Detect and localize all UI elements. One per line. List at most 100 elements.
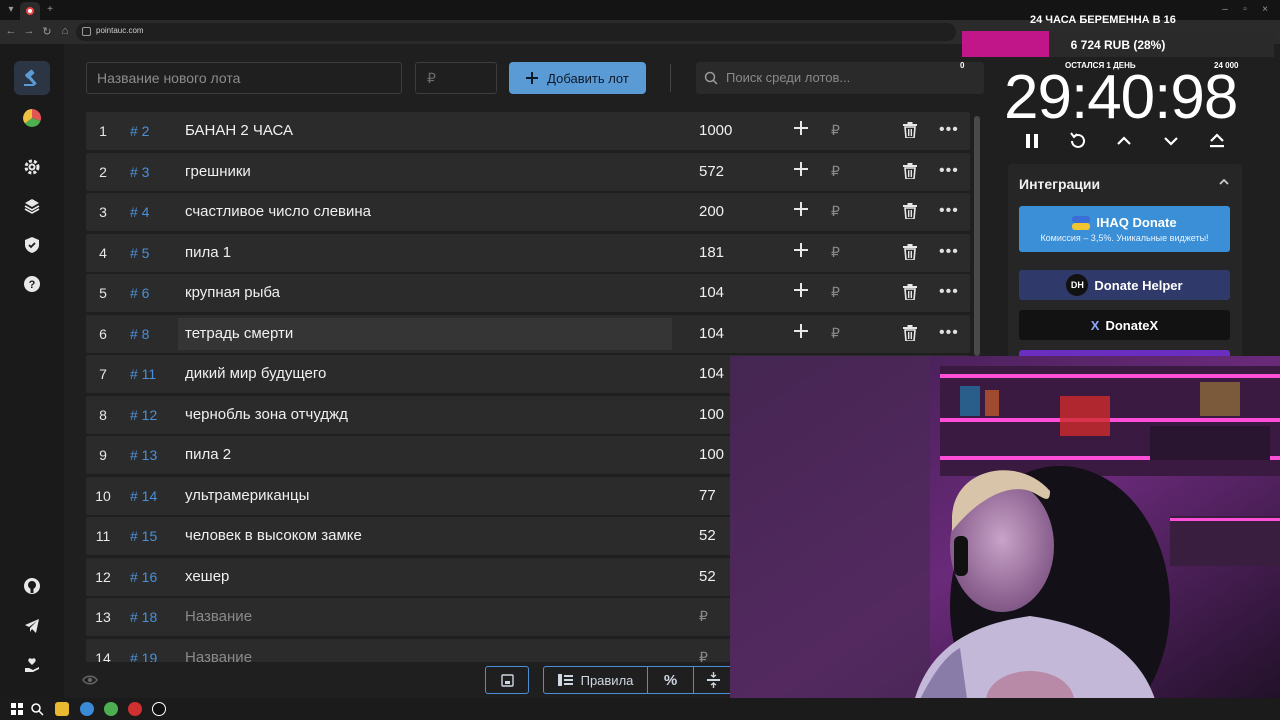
trash-icon[interactable] <box>903 122 917 138</box>
donatex-button[interactable]: X DonateX <box>1019 310 1230 340</box>
more-options-icon[interactable]: ••• <box>939 324 959 342</box>
lot-rub-input[interactable]: ₽ <box>831 284 840 301</box>
taskbar-search-icon[interactable] <box>30 702 44 716</box>
new-lot-amount-input[interactable]: ₽ <box>415 62 497 94</box>
lot-amount[interactable]: 100 <box>699 406 724 423</box>
lot-amount[interactable]: ₽ <box>699 608 708 625</box>
file-explorer-icon[interactable] <box>55 702 69 716</box>
lot-amount[interactable]: 181 <box>699 244 724 261</box>
reset-timer-button[interactable] <box>1066 130 1090 152</box>
lot-rub-input[interactable]: ₽ <box>831 244 840 261</box>
trash-icon[interactable] <box>903 203 917 219</box>
lot-amount[interactable]: 52 <box>699 527 716 544</box>
add-amount-icon[interactable] <box>794 202 808 216</box>
trash-icon[interactable] <box>903 162 917 179</box>
new-tab-icon[interactable]: + <box>43 3 57 17</box>
lot-name[interactable]: пила 1 <box>185 244 231 261</box>
lot-name[interactable]: ультрамериканцы <box>185 487 309 504</box>
forward-icon[interactable]: → <box>22 25 36 37</box>
more-options-icon[interactable]: ••• <box>939 243 959 261</box>
lot-amount[interactable]: ₽ <box>699 649 708 663</box>
save-button[interactable] <box>485 666 529 694</box>
add-amount-icon[interactable] <box>794 161 808 176</box>
collapse-chevron-icon[interactable] <box>1218 176 1230 188</box>
lot-name[interactable]: БАНАН 2 ЧАСА <box>185 122 293 139</box>
lot-name[interactable]: крупная рыба <box>185 284 280 301</box>
lot-row[interactable]: 4 # 5 пила 1 181 ₽ ••• <box>86 233 970 272</box>
more-options-icon[interactable]: ••• <box>939 121 959 139</box>
lot-row[interactable]: 6 # 8 тетрадь смерти 104 ₽ ••• <box>86 314 970 353</box>
lot-rub-input[interactable]: ₽ <box>831 163 840 180</box>
lot-name[interactable]: пила 2 <box>185 446 231 463</box>
sidebar-settings[interactable] <box>14 150 50 184</box>
eye-icon[interactable] <box>82 674 98 686</box>
sidebar-wheel[interactable] <box>14 101 50 135</box>
lot-amount[interactable]: 104 <box>699 284 724 301</box>
donate-helper-button[interactable]: DH Donate Helper <box>1019 270 1230 300</box>
sidebar-telegram[interactable] <box>14 609 50 643</box>
lot-row[interactable]: 3 # 4 счастливое число слевина 200 ₽ ••• <box>86 193 970 231</box>
maximize-icon[interactable]: ▫ <box>1238 3 1252 17</box>
add-amount-icon[interactable] <box>794 283 808 297</box>
lot-rub-input[interactable]: ₽ <box>831 122 840 139</box>
lot-name[interactable]: дикий мир будущего <box>185 365 326 382</box>
lot-name[interactable]: грешники <box>185 163 251 180</box>
obs-taskbar-icon[interactable] <box>128 702 142 716</box>
sidebar-layers[interactable] <box>14 189 50 223</box>
lot-amount[interactable]: 100 <box>699 446 724 463</box>
lot-search-input[interactable]: Поиск среди лотов... <box>696 62 984 94</box>
app-taskbar-icon[interactable] <box>152 702 166 716</box>
lot-name[interactable]: Название <box>185 649 252 663</box>
lot-amount[interactable]: 572 <box>699 163 724 180</box>
timer-decrease-button[interactable] <box>1159 130 1183 152</box>
more-options-icon[interactable]: ••• <box>939 283 959 301</box>
lots-scrollbar[interactable] <box>974 116 980 356</box>
lot-rub-input[interactable]: ₽ <box>831 203 840 220</box>
add-amount-icon[interactable] <box>794 323 808 338</box>
split-button[interactable] <box>693 666 733 694</box>
trash-icon[interactable] <box>903 324 917 341</box>
lot-name[interactable]: Название <box>185 608 252 625</box>
chrome-taskbar-icon[interactable] <box>104 702 118 716</box>
timer-double-up-button[interactable] <box>1205 130 1229 152</box>
more-options-icon[interactable]: ••• <box>939 162 959 180</box>
sidebar-github[interactable] <box>14 569 50 603</box>
sidebar-shield[interactable] <box>14 228 50 262</box>
sidebar-donate[interactable] <box>14 648 50 682</box>
lot-name[interactable]: чернобль зона отчуджд <box>185 406 348 423</box>
trash-icon[interactable] <box>903 243 917 260</box>
telegram-taskbar-icon[interactable] <box>80 702 94 716</box>
lot-amount[interactable]: 77 <box>699 487 716 504</box>
add-lot-button[interactable]: Добавить лот <box>509 62 646 94</box>
lot-amount[interactable]: 104 <box>699 325 724 342</box>
site-info-icon[interactable] <box>82 27 91 36</box>
lot-row[interactable]: 1 # 2 БАНАН 2 ЧАСА 1000 ₽ ••• <box>86 112 970 150</box>
lot-row[interactable]: 2 # 3 грешники 572 ₽ ••• <box>86 152 970 191</box>
lot-amount[interactable]: 200 <box>699 203 724 220</box>
pause-button[interactable] <box>1020 130 1044 152</box>
back-icon[interactable]: ← <box>4 25 18 37</box>
lot-name[interactable]: счастливое число слевина <box>185 203 371 220</box>
reload-icon[interactable]: ↻ <box>40 25 54 38</box>
timer-increase-button[interactable] <box>1112 130 1136 152</box>
rules-button[interactable]: Правила <box>543 666 648 694</box>
close-window-icon[interactable]: × <box>1258 3 1272 17</box>
trash-icon[interactable] <box>903 284 917 300</box>
new-lot-name-input[interactable]: Название нового лота <box>86 62 402 94</box>
lot-name[interactable]: человек в высоком замке <box>185 527 362 544</box>
ihaq-donate-button[interactable]: IHAQ Donate Комиссия – 3,5%. Уникальные … <box>1019 206 1230 252</box>
minimize-icon[interactable]: – <box>1218 3 1232 17</box>
browser-tab[interactable] <box>20 2 40 20</box>
more-options-icon[interactable]: ••• <box>939 202 959 220</box>
omnibox[interactable] <box>76 23 956 41</box>
windows-start-icon[interactable] <box>10 702 24 716</box>
tab-list-icon[interactable]: ▾ <box>4 3 18 17</box>
lot-amount[interactable]: 1000 <box>699 122 732 139</box>
home-icon[interactable]: ⌂ <box>58 25 72 37</box>
lot-name[interactable]: тетрадь смерти <box>185 325 293 342</box>
sidebar-auction[interactable] <box>14 61 50 95</box>
lot-amount[interactable]: 104 <box>699 365 724 382</box>
lot-rub-input[interactable]: ₽ <box>831 325 840 342</box>
add-amount-icon[interactable] <box>794 242 808 257</box>
lot-row[interactable]: 5 # 6 крупная рыба 104 ₽ ••• <box>86 274 970 312</box>
